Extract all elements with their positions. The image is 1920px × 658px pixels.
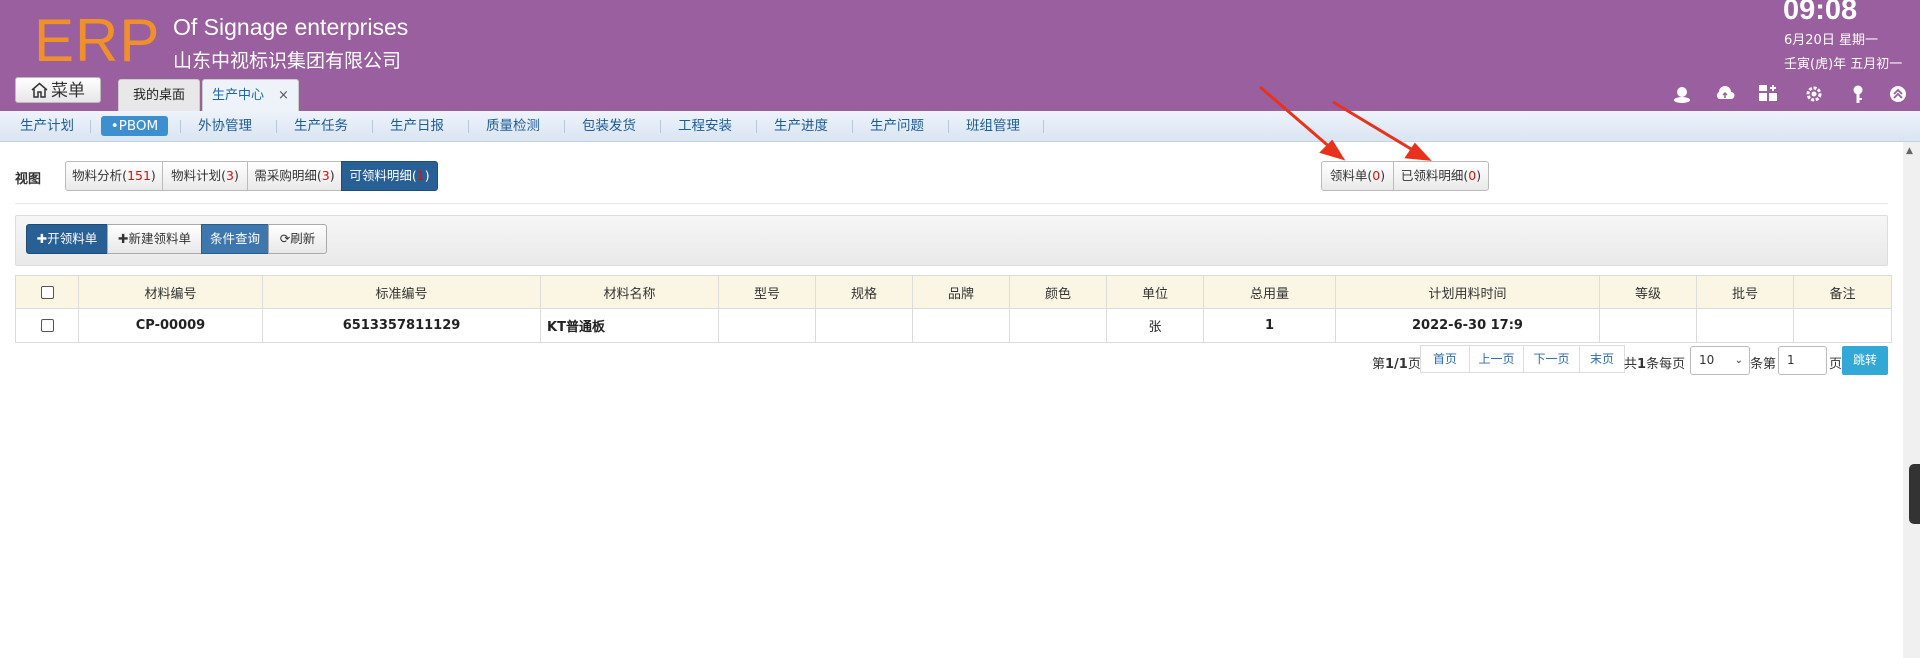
key-icon[interactable] <box>1848 84 1868 104</box>
table-cell: 张 <box>1106 308 1204 343</box>
view-material-analysis[interactable]: 物料分析(151) <box>65 161 163 191</box>
row-select-cell <box>15 308 79 343</box>
view-material-plan[interactable]: 物料计划(3) <box>162 161 248 191</box>
nav-team-management[interactable]: 班组管理 <box>966 111 1020 141</box>
nav-outsourcing[interactable]: 外协管理 <box>198 111 252 141</box>
view-purchase-detail[interactable]: 需采购明细(3) <box>247 161 342 191</box>
menu-button[interactable]: 菜单 <box>15 77 101 103</box>
row-checkbox[interactable] <box>40 319 54 332</box>
user-icon[interactable] <box>1672 84 1692 104</box>
view-pickable-detail[interactable]: 可领料明细(1) <box>341 161 438 191</box>
close-icon[interactable]: × <box>278 88 289 103</box>
column-header[interactable]: 单位 <box>1106 275 1204 309</box>
gear-icon[interactable] <box>1804 84 1824 104</box>
table-cell: 2022-6-30 17:9 <box>1335 308 1600 343</box>
column-header[interactable]: 总用量 <box>1203 275 1336 309</box>
table-cell <box>815 308 913 343</box>
clock-time: 09:08 <box>1783 0 1858 26</box>
view-pick-order[interactable]: 领料单(0) <box>1321 161 1394 191</box>
table-cell: KT普通板 <box>540 308 719 343</box>
select-all-cell <box>15 275 79 309</box>
table-cell <box>912 308 1010 343</box>
tab-my-desktop[interactable]: 我的桌面 <box>118 79 200 111</box>
goto-page-input[interactable]: 1 <box>1778 346 1827 375</box>
table-cell <box>1009 308 1107 343</box>
new-pick-order-button[interactable]: ✚新建领料单 <box>107 224 202 254</box>
goto-label: 条第 <box>1750 357 1777 372</box>
column-header[interactable]: 品牌 <box>912 275 1010 309</box>
table-cell <box>1696 308 1794 343</box>
per-page-select[interactable]: 10 ⌄ <box>1690 346 1750 375</box>
menu-label: 菜单 <box>51 81 85 101</box>
table-cell: CP-00009 <box>78 308 263 343</box>
column-header[interactable]: 备注 <box>1793 275 1892 309</box>
scroll-up-icon[interactable]: ▲ <box>1906 146 1913 156</box>
table-header-row: 材料编号 标准编号 材料名称 型号 规格 品牌 颜色 单位 总用量 计划用料时间… <box>15 275 1892 309</box>
chevron-down-icon: ⌄ <box>1734 355 1743 366</box>
nav-installation[interactable]: 工程安装 <box>678 111 732 141</box>
company-name-en: Of Signage enterprises <box>173 14 409 40</box>
nav-pbom[interactable]: •PBOM <box>101 116 168 136</box>
side-panel-handle[interactable] <box>1909 464 1920 524</box>
table-cell <box>1793 308 1892 343</box>
table-cell <box>1599 308 1697 343</box>
column-header[interactable]: 型号 <box>718 275 816 309</box>
column-header[interactable]: 批号 <box>1696 275 1794 309</box>
material-table: 材料编号 标准编号 材料名称 型号 规格 品牌 颜色 单位 总用量 计划用料时间… <box>15 275 1892 343</box>
jump-button[interactable]: 跳转 <box>1842 346 1888 375</box>
last-page-button[interactable]: 末页 <box>1579 345 1625 373</box>
column-header[interactable]: 颜色 <box>1009 275 1107 309</box>
lunar-date: 壬寅(虎)年 五月初一 <box>1784 57 1903 72</box>
prev-page-button[interactable]: 上一页 <box>1469 345 1524 373</box>
tab-production-center[interactable]: 生产中心 × <box>202 79 299 111</box>
divider <box>15 203 1888 204</box>
apps-icon[interactable] <box>1758 84 1778 104</box>
tab-label: 我的桌面 <box>132 88 185 103</box>
table-cell <box>718 308 816 343</box>
erp-logo: ERP <box>34 7 161 74</box>
column-header[interactable]: 等级 <box>1599 275 1697 309</box>
nav-problems[interactable]: 生产问题 <box>870 111 924 141</box>
table-cell: 6513357811129 <box>262 308 541 343</box>
app-header: ERP Of Signage enterprises 山东中视标识集团有限公司 … <box>0 0 1920 111</box>
first-page-button[interactable]: 首页 <box>1420 345 1470 373</box>
nav-progress[interactable]: 生产进度 <box>774 111 828 141</box>
page-scrollbar[interactable] <box>1903 142 1920 658</box>
nav-production-plan[interactable]: 生产计划 <box>20 111 74 141</box>
total-info: 共1条每页 <box>1624 357 1686 372</box>
column-header[interactable]: 标准编号 <box>262 275 541 309</box>
goto-suffix: 页 <box>1829 357 1843 372</box>
company-name-cn: 山东中视标识集团有限公司 <box>173 50 402 72</box>
nav-packing-shipping[interactable]: 包装发货 <box>582 111 636 141</box>
table-row[interactable]: CP-00009 6513357811129 KT普通板 张 1 2022-6-… <box>15 308 1892 343</box>
column-header[interactable]: 计划用料时间 <box>1335 275 1600 309</box>
page-info: 第1/1页 <box>1372 357 1421 372</box>
nav-daily-report[interactable]: 生产日报 <box>390 111 444 141</box>
home-icon <box>31 82 48 98</box>
nav-quality-check[interactable]: 质量检测 <box>486 111 540 141</box>
module-nav: 生产计划 •PBOM 外协管理 生产任务 生产日报 质量检测 包装发货 工程安装… <box>0 111 1920 142</box>
tab-label: 生产中心 <box>212 88 265 103</box>
view-label: 视图 <box>15 172 42 187</box>
column-header[interactable]: 规格 <box>815 275 913 309</box>
nav-production-task[interactable]: 生产任务 <box>294 111 348 141</box>
cloud-icon[interactable] <box>1715 84 1735 104</box>
column-header[interactable]: 材料名称 <box>540 275 719 309</box>
view-picked-detail[interactable]: 已领料明细(0) <box>1393 161 1489 191</box>
next-page-button[interactable]: 下一页 <box>1523 345 1580 373</box>
collapse-icon[interactable] <box>1888 84 1908 104</box>
column-header[interactable]: 材料编号 <box>78 275 263 309</box>
table-cell: 1 <box>1203 308 1336 343</box>
open-pick-order-button[interactable]: ✚开领料单 <box>26 224 108 254</box>
refresh-button[interactable]: ⟳刷新 <box>268 224 327 254</box>
clock-date: 6月20日 星期一 <box>1784 33 1878 48</box>
condition-query-button[interactable]: 条件查询 <box>201 224 269 254</box>
select-all-checkbox[interactable] <box>40 285 54 299</box>
